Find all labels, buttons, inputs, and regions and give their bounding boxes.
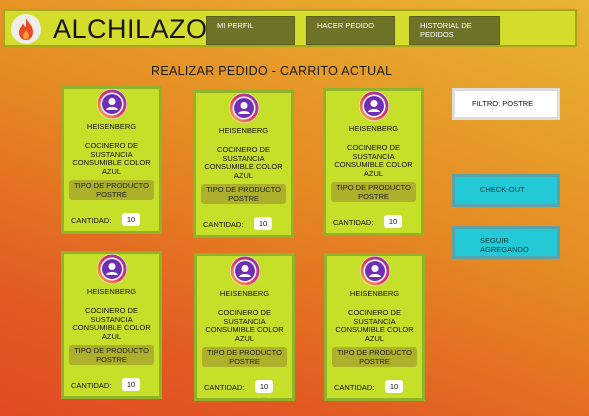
product-card[interactable]: HEISENBERG COCINERO DE SUSTANCIA CONSUMI…	[194, 253, 295, 401]
card-description: COCINERO DE SUSTANCIA CONSUMIBLE COLOR A…	[204, 145, 283, 180]
nav-historial-button[interactable]: HISTORIAL DE PEDIDOS	[409, 16, 500, 45]
card-quantity-field[interactable]: 10	[385, 380, 403, 393]
card-quantity-field[interactable]: 10	[254, 217, 272, 230]
page-title: REALIZAR PEDIDO - CARRITO ACTUAL	[151, 64, 393, 78]
card-product-type: TIPO DE PRODUCTO POSTRE	[69, 345, 154, 365]
checkout-button[interactable]: CHECK-OUT	[452, 174, 560, 207]
flame-icon	[11, 14, 41, 44]
card-quantity-label: CANTIDAD:	[204, 383, 245, 392]
card-description: COCINERO DE SUSTANCIA CONSUMIBLE COLOR A…	[72, 306, 151, 341]
nav-hacer-pedido-button[interactable]: HACER PEDIDO	[306, 16, 395, 45]
card-quantity-label: CANTIDAD:	[334, 383, 375, 392]
product-card[interactable]: HEISENBERG COCINERO DE SUSTANCIA CONSUMI…	[193, 90, 294, 238]
card-product-type: TIPO DE PRODUCTO POSTRE	[69, 180, 154, 200]
filter-dropdown[interactable]: FILTRO: POSTRE	[452, 88, 560, 120]
avatar-icon	[97, 89, 127, 119]
top-bar: ALCHILAZO MI PERFIL HACER PEDIDO HISTORI…	[3, 9, 577, 47]
nav-mi-perfil-button[interactable]: MI PERFIL	[206, 16, 295, 45]
card-name: HEISENBERG	[218, 126, 269, 135]
product-card[interactable]: HEISENBERG COCINERO DE SUSTANCIA CONSUMI…	[61, 251, 162, 399]
card-quantity-field[interactable]: 10	[122, 213, 140, 226]
card-product-type: TIPO DE PRODUCTO POSTRE	[332, 347, 417, 367]
card-description: COCINERO DE SUSTANCIA CONSUMIBLE COLOR A…	[334, 143, 413, 178]
card-product-type: TIPO DE PRODUCTO POSTRE	[202, 347, 287, 367]
card-name: HEISENBERG	[349, 289, 400, 298]
product-card[interactable]: HEISENBERG COCINERO DE SUSTANCIA CONSUMI…	[324, 253, 425, 401]
avatar-icon	[229, 93, 259, 123]
app-title: ALCHILAZO	[53, 14, 208, 44]
card-description: COCINERO DE SUSTANCIA CONSUMIBLE COLOR A…	[205, 308, 284, 343]
avatar-icon	[97, 254, 127, 284]
card-quantity-label: CANTIDAD:	[71, 381, 112, 390]
avatar-icon	[230, 256, 260, 286]
card-quantity-field[interactable]: 10	[122, 378, 140, 391]
card-name: HEISENBERG	[86, 122, 137, 131]
card-quantity-field[interactable]: 10	[384, 215, 402, 228]
card-product-type: TIPO DE PRODUCTO POSTRE	[331, 182, 416, 202]
product-card[interactable]: HEISENBERG COCINERO DE SUSTANCIA CONSUMI…	[323, 88, 424, 236]
card-description: COCINERO DE SUSTANCIA CONSUMIBLE COLOR A…	[72, 141, 151, 176]
continue-shopping-button[interactable]: SEGUIR AGREGANDO	[452, 226, 560, 259]
card-quantity-label: CANTIDAD:	[203, 220, 244, 229]
avatar-icon	[360, 256, 390, 286]
card-product-type: TIPO DE PRODUCTO POSTRE	[201, 184, 286, 204]
card-name: HEISENBERG	[219, 289, 270, 298]
card-quantity-field[interactable]: 10	[255, 380, 273, 393]
card-quantity-label: CANTIDAD:	[333, 218, 374, 227]
card-quantity-label: CANTIDAD:	[71, 216, 112, 225]
product-card[interactable]: HEISENBERG COCINERO DE SUSTANCIA CONSUMI…	[61, 86, 162, 234]
card-name: HEISENBERG	[86, 287, 137, 296]
avatar-icon	[359, 91, 389, 121]
card-description: COCINERO DE SUSTANCIA CONSUMIBLE COLOR A…	[335, 308, 414, 343]
card-name: HEISENBERG	[348, 124, 399, 133]
